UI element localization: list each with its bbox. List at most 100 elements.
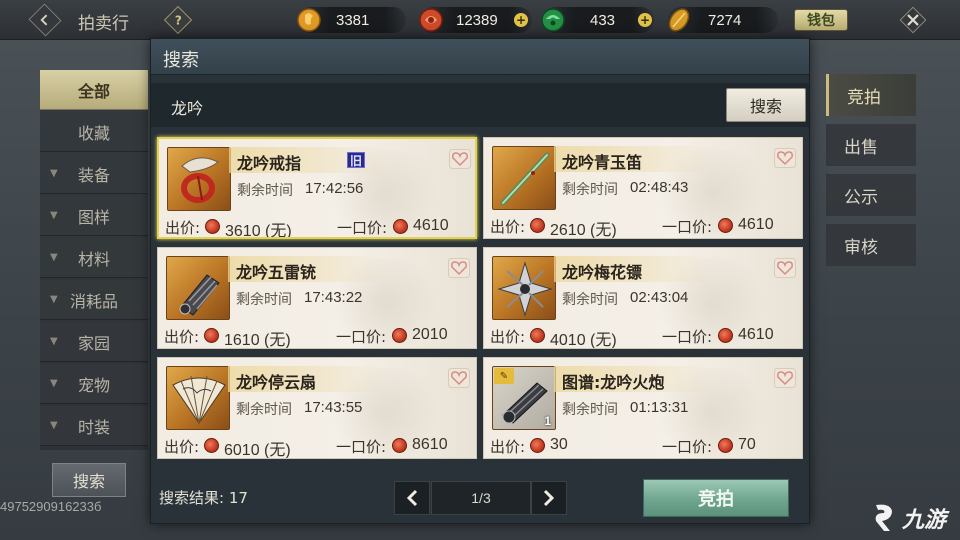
heart-icon[interactable] bbox=[774, 258, 796, 278]
back-button[interactable] bbox=[28, 3, 62, 37]
tab-review[interactable]: 审核 bbox=[826, 224, 916, 266]
bid-price-label: 出价: bbox=[490, 328, 526, 346]
buyout-price-label: 一口价: bbox=[662, 438, 713, 456]
chevron-down-icon: ▼ bbox=[50, 294, 58, 305]
red-coin-icon bbox=[419, 8, 443, 32]
item-name: 龙吟停云扇 bbox=[236, 373, 317, 392]
sidebar-item-favorites[interactable]: 收藏 bbox=[40, 112, 148, 152]
red-coin-icon bbox=[204, 438, 219, 453]
currency-jade: 433 + bbox=[541, 7, 654, 33]
jade-icon bbox=[541, 8, 565, 32]
buyout-price-value: 4610 bbox=[738, 216, 774, 233]
sidebar-item-fashion[interactable]: ▼ 时装 bbox=[40, 406, 148, 446]
price-row: 出价: 1610 (无) 一口价: 2010 bbox=[164, 326, 474, 349]
ring-icon bbox=[167, 147, 231, 211]
watermark: 九游 bbox=[868, 496, 960, 540]
shuriken-icon bbox=[492, 256, 556, 320]
heart-icon[interactable] bbox=[774, 368, 796, 388]
time-remaining-label: 剩余时间 bbox=[562, 292, 618, 308]
question-diamond-icon[interactable]: ? bbox=[163, 5, 193, 35]
sidebar-item-home[interactable]: ▼ 家园 bbox=[40, 322, 148, 362]
watermark-text: 九游 bbox=[902, 508, 947, 533]
jiuyou-logo-icon bbox=[875, 504, 892, 531]
tab-label: 竞拍 bbox=[847, 87, 881, 108]
tab-public[interactable]: 公示 bbox=[826, 174, 916, 216]
bid-price-value: 1610 (无) bbox=[224, 332, 291, 349]
red-coin-icon bbox=[718, 328, 733, 343]
buyout-price-value: 4610 bbox=[413, 217, 449, 234]
chevron-down-icon: ▼ bbox=[50, 210, 58, 221]
sidebar-item-consumables[interactable]: ▼ 消耗品 bbox=[40, 280, 148, 320]
previous-page-button[interactable] bbox=[394, 481, 430, 515]
red-coin-icon bbox=[205, 219, 220, 234]
wallet-button[interactable]: 钱包 bbox=[794, 9, 848, 31]
time-remaining-value: 01:13:31 bbox=[630, 399, 689, 416]
bid-button[interactable]: 竞拍 bbox=[643, 479, 789, 517]
page-title: 拍卖行 bbox=[78, 14, 129, 34]
close-icon bbox=[899, 6, 927, 34]
tab-sell[interactable]: 出售 bbox=[826, 124, 916, 166]
search-input[interactable]: 龙吟 bbox=[171, 95, 203, 119]
tab-label: 审核 bbox=[844, 237, 878, 258]
currency-red-coin-value: 12389 bbox=[456, 11, 498, 29]
heart-icon[interactable] bbox=[449, 149, 471, 169]
price-row: 出价: 4010 (无) 一口价: 4610 bbox=[490, 326, 800, 348]
right-tab-bar: 竞拍 出售 公示 审核 bbox=[826, 68, 922, 278]
auction-item-card[interactable]: 龙吟青玉笛 剩余时间 02:48:43 出价: 2610 (无) 一口价: 46… bbox=[483, 137, 803, 239]
item-name: 龙吟戒指 bbox=[237, 154, 302, 173]
price-row: 出价: 3610 (无) 一口价: 4610 bbox=[165, 217, 475, 237]
search-bar: 龙吟 搜索 bbox=[151, 83, 809, 127]
item-name: 龙吟五雷铳 bbox=[236, 263, 317, 282]
buyout-price-label: 一口价: bbox=[336, 328, 387, 346]
time-remaining-label: 剩余时间 bbox=[236, 292, 292, 308]
sidebar-item-pets[interactable]: ▼ 宠物 bbox=[40, 364, 148, 404]
red-coin-icon bbox=[530, 218, 545, 233]
sidebar-item-patterns[interactable]: ▼ 图样 bbox=[40, 196, 148, 236]
category-sidebar: 全部 收藏 ▼ 装备 ▼ 图样 ▼ 材料 ▼ 消耗品 ▼ 家园 ▼ 宠物 ▼ 时… bbox=[40, 70, 148, 450]
red-coin-icon bbox=[718, 438, 733, 453]
sidebar-item-label: 消耗品 bbox=[69, 291, 118, 311]
heart-icon[interactable] bbox=[448, 368, 470, 388]
red-coin-icon bbox=[718, 218, 733, 233]
sidebar-item-label: 材料 bbox=[77, 249, 110, 269]
sidebar-item-label: 全部 bbox=[77, 81, 110, 101]
auction-item-card[interactable]: 龙吟梅花镖 剩余时间 02:43:04 出价: 4010 (无) 一口价: 46… bbox=[483, 247, 803, 349]
add-red-coin-icon[interactable]: + bbox=[514, 13, 528, 27]
bid-price-value: 30 bbox=[550, 436, 568, 453]
sidebar-item-all[interactable]: 全部 bbox=[40, 70, 148, 110]
sidebar-search-button[interactable]: 搜索 bbox=[52, 463, 126, 497]
heart-icon[interactable] bbox=[774, 148, 796, 168]
tab-bid[interactable]: 竞拍 bbox=[826, 74, 916, 116]
buyout-price-value: 4610 bbox=[738, 326, 774, 343]
auction-item-card[interactable]: ✎ 1 图谱:龙吟火炮 剩余时间 01:13:31 出价: 30 一口价: 70 bbox=[483, 357, 803, 459]
auction-item-card[interactable]: 龙吟五雷铳 剩余时间 17:43:22 出价: 1610 (无) 一口价: 20… bbox=[157, 247, 477, 349]
time-remaining-label: 剩余时间 bbox=[562, 182, 618, 198]
currency-jade-value: 433 bbox=[590, 11, 616, 29]
heart-icon[interactable] bbox=[448, 258, 470, 278]
red-coin-icon bbox=[392, 328, 407, 343]
auction-item-card[interactable]: 龙吟停云扇 剩余时间 17:43:55 出价: 6010 (无) 一口价: 86… bbox=[157, 357, 477, 459]
red-coin-icon bbox=[204, 328, 219, 343]
gold-leaf-icon bbox=[668, 8, 690, 32]
sidebar-item-label: 收藏 bbox=[77, 123, 110, 143]
chevron-right-icon bbox=[543, 489, 555, 507]
item-name: 龙吟青玉笛 bbox=[562, 153, 643, 172]
add-jade-icon[interactable]: + bbox=[638, 13, 652, 27]
item-quantity: 1 bbox=[544, 414, 551, 428]
close-button[interactable] bbox=[898, 6, 928, 34]
dialog-header: 搜索 bbox=[151, 39, 809, 75]
buyout-price-label: 一口价: bbox=[337, 219, 388, 237]
old-badge: 旧 bbox=[347, 152, 365, 168]
buyout-price-label: 一口价: bbox=[662, 218, 713, 236]
search-button[interactable]: 搜索 bbox=[726, 88, 806, 122]
sidebar-item-materials[interactable]: ▼ 材料 bbox=[40, 238, 148, 278]
bid-price-label: 出价: bbox=[164, 438, 200, 456]
next-page-button[interactable] bbox=[531, 481, 567, 515]
chevron-down-icon: ▼ bbox=[50, 252, 58, 263]
sidebar-item-equipment[interactable]: ▼ 装备 bbox=[40, 154, 148, 194]
dialog-title: 搜索 bbox=[163, 50, 199, 71]
buyout-price-label: 一口价: bbox=[662, 328, 713, 346]
auction-item-card[interactable]: 龙吟戒指 旧 剩余时间 17:42:56 出价: 3610 (无) 一口价: 4… bbox=[157, 137, 477, 239]
top-bar: 拍卖行 ? 3381 12389 + 433 + 7274 钱包 bbox=[0, 0, 960, 40]
time-remaining-label: 剩余时间 bbox=[562, 402, 618, 418]
